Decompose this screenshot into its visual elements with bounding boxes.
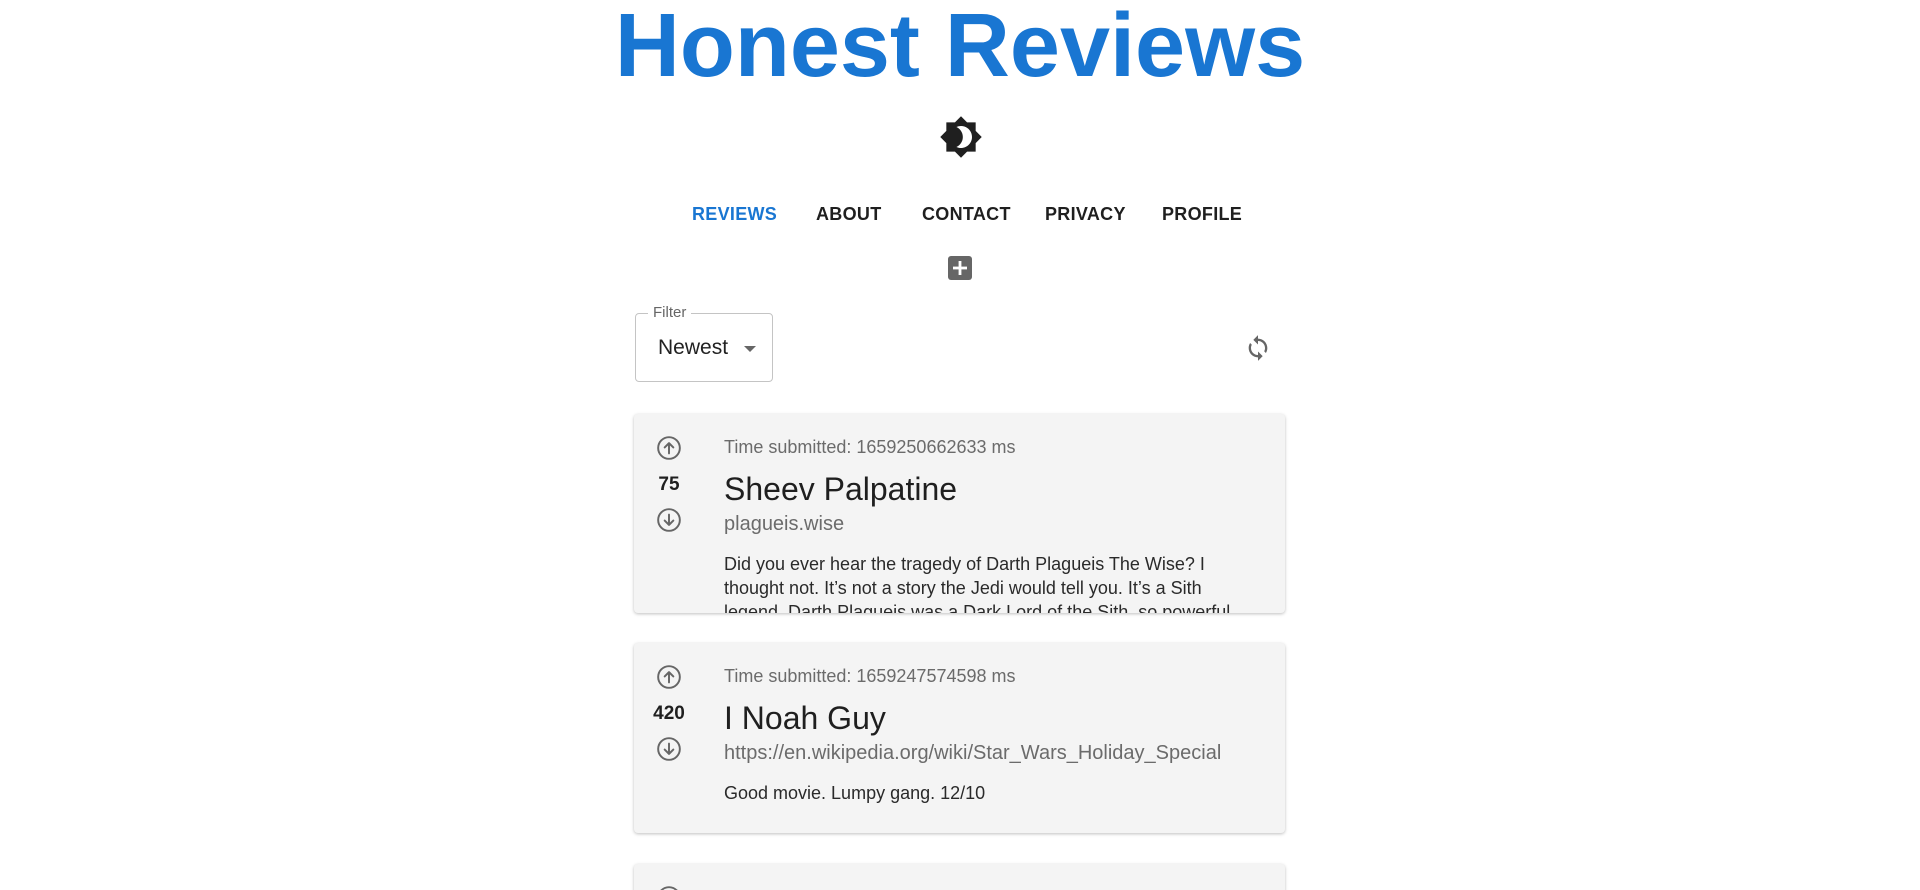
review-text: Good movie. Lumpy gang. 12/10: [724, 783, 986, 803]
downvote-button[interactable]: [652, 735, 686, 763]
review-link[interactable]: https://en.wikipedia.org/wiki/Star_Wars_…: [724, 741, 1265, 765]
upvote-button[interactable]: [652, 884, 686, 890]
review-name: Sheev Palpatine: [724, 471, 958, 507]
arrow-down-circle-icon: [657, 508, 681, 532]
vote-column: 420: [652, 663, 686, 763]
upvote-button[interactable]: [652, 663, 686, 691]
refresh-icon: [1248, 335, 1268, 361]
vote-column: 75: [652, 434, 686, 534]
vote-count: 75: [658, 474, 680, 495]
arrow-up-circle-icon: [657, 665, 681, 689]
time-submitted: Time submitted: 1659250662633 ms: [724, 437, 1016, 457]
tab-privacy[interactable]: PRIVACY: [1045, 196, 1126, 232]
add-review-button[interactable]: [948, 256, 972, 280]
filter-label: Filter: [648, 304, 692, 322]
review-card: 75 Time submitted: 1659250662633 ms Shee…: [634, 414, 1285, 613]
tab-profile[interactable]: PROFILE: [1162, 196, 1242, 232]
filter-selected-value: Newest: [658, 336, 729, 359]
tab-about[interactable]: ABOUT: [816, 196, 882, 232]
refresh-button[interactable]: [1243, 333, 1273, 363]
review-body: Time submitted: 1659247574598 ms I Noah …: [724, 663, 1265, 805]
review-text: Did you ever hear the tragedy of Darth P…: [724, 554, 1231, 613]
theme-toggle-button[interactable]: [938, 114, 984, 160]
downvote-button[interactable]: [652, 506, 686, 534]
chevron-down-icon: [744, 346, 756, 352]
page: Honest Reviews REVIEWS ABOUT CONTACT PRI…: [0, 0, 1920, 890]
review-body: Time submitted: 1659250662633 ms Sheev P…: [724, 434, 1265, 613]
review-card: 420 Time submitted: 1659247574598 ms I N…: [634, 643, 1285, 833]
review-name: I Noah Guy: [724, 700, 886, 736]
tab-contact[interactable]: CONTACT: [922, 196, 1011, 232]
arrow-up-circle-icon: [657, 436, 681, 460]
filter-select[interactable]: Filter Newest: [635, 304, 773, 382]
vote-count: 420: [653, 703, 685, 724]
arrow-up-circle-icon: [660, 886, 678, 890]
site-title: Honest Reviews: [614, 0, 1306, 96]
add-box-icon: [948, 256, 972, 280]
upvote-button[interactable]: [652, 434, 686, 462]
review-card: [634, 864, 1285, 890]
arrow-down-circle-icon: [657, 737, 681, 761]
time-submitted: Time submitted: 1659247574598 ms: [724, 666, 1016, 686]
tab-reviews[interactable]: REVIEWS: [692, 196, 777, 232]
brightness-contrast-icon: [940, 116, 982, 158]
main-nav: REVIEWS ABOUT CONTACT PRIVACY PROFILE: [0, 196, 1920, 232]
vote-column: [652, 884, 686, 890]
review-link[interactable]: plagueis.wise: [724, 512, 1265, 536]
